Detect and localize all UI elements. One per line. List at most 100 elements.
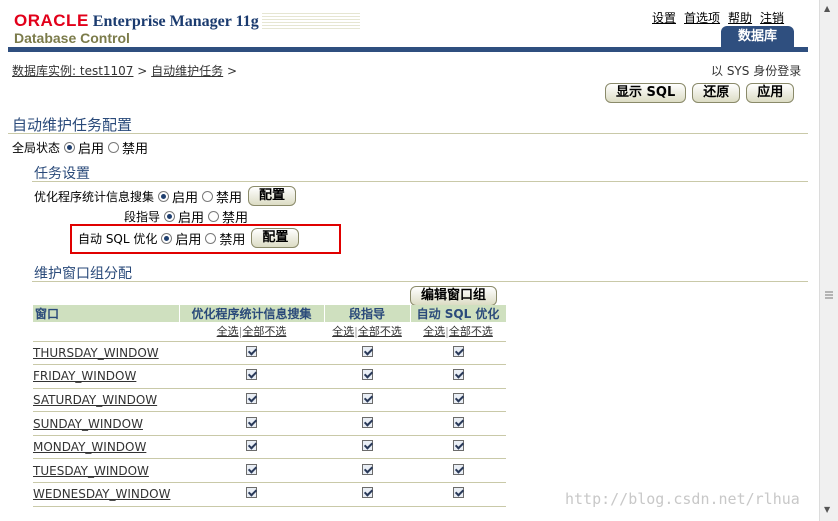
global-disable-radio[interactable] [108, 142, 120, 153]
select-all-link[interactable]: 全选 [217, 325, 239, 338]
column-header-window: 窗口 [33, 305, 180, 322]
global-enable-label: 启用 [78, 142, 105, 157]
window-link[interactable]: SATURDAY_WINDOW [33, 393, 157, 407]
global-disable-label: 禁用 [122, 142, 149, 157]
window-cell: WEDNESDAY_WINDOW [33, 482, 179, 507]
checkbox-cell [410, 388, 506, 413]
window-checkbox[interactable] [361, 463, 373, 475]
column-header-sql-tuning: 自动 SQL 优化 [410, 305, 507, 322]
window-checkbox[interactable] [361, 416, 373, 428]
breadcrumb-page[interactable]: 自动维护任务 [151, 64, 223, 78]
scroll-thumb-icon[interactable] [823, 289, 835, 301]
table-row: SUNDAY_WINDOW [33, 411, 506, 436]
optimizer-stats-enable-radio[interactable] [158, 190, 170, 202]
scroll-up-icon[interactable]: ▲ [824, 4, 830, 13]
window-checkbox[interactable] [361, 392, 373, 404]
select-none-link[interactable]: 全部不选 [449, 325, 493, 338]
select-none-link[interactable]: 全部不选 [242, 325, 286, 338]
optimizer-stats-configure-button[interactable]: 配置 [248, 186, 297, 206]
breadcrumb: 数据库实例: test1107 > 自动维护任务 > [12, 62, 237, 79]
table-row: THURSDAY_WINDOW [33, 341, 506, 366]
checkbox-cell [179, 364, 324, 389]
window-checkbox[interactable] [246, 392, 257, 404]
column-header-segment-advisor: 段指导 [324, 305, 411, 322]
window-cell: FRIDAY_WINDOW [33, 364, 179, 389]
window-link[interactable]: SUNDAY_WINDOW [33, 417, 143, 431]
select-cell [33, 322, 179, 342]
segment-advisor-disable-radio[interactable] [208, 211, 220, 222]
window-link[interactable]: FRIDAY_WINDOW [33, 369, 136, 383]
preferences-link[interactable]: 首选项 [684, 9, 720, 26]
window-link[interactable]: TUESDAY_WINDOW [33, 464, 149, 478]
window-groups-title: 维护窗口组分配 [34, 266, 132, 282]
window-cell: MONDAY_WINDOW [33, 435, 179, 460]
window-checkbox[interactable] [246, 369, 257, 381]
window-checkbox[interactable] [452, 463, 464, 475]
edit-window-group-button[interactable]: 编辑窗口组 [410, 286, 498, 306]
highlight-box [70, 224, 341, 254]
revert-button[interactable]: 还原 [692, 83, 741, 103]
window-link[interactable]: THURSDAY_WINDOW [33, 346, 159, 360]
settings-link[interactable]: 设置 [652, 9, 676, 26]
tab-database[interactable]: 数据库 [721, 26, 794, 48]
help-link[interactable]: 帮助 [728, 9, 752, 26]
logout-link[interactable]: 注销 [760, 9, 784, 26]
window-checkbox[interactable] [246, 463, 257, 475]
window-checkbox[interactable] [246, 416, 257, 428]
select-all-link[interactable]: 全选 [332, 325, 354, 338]
segment-advisor-enable-radio[interactable] [164, 211, 176, 222]
product-text: Enterprise Manager 11g [92, 13, 259, 30]
select-all-link[interactable]: 全选 [423, 325, 445, 338]
window-checkbox[interactable] [452, 345, 464, 357]
enable-label: 启用 [172, 190, 199, 206]
checkbox-cell [410, 482, 506, 507]
window-checkbox[interactable] [452, 369, 464, 381]
window-link[interactable]: WEDNESDAY_WINDOW [33, 487, 170, 501]
checkbox-cell [410, 411, 506, 436]
checkbox-cell [179, 388, 324, 413]
table-row: SATURDAY_WINDOW [33, 388, 506, 413]
window-link[interactable]: MONDAY_WINDOW [33, 440, 146, 454]
table-row: FRIDAY_WINDOW [33, 364, 506, 389]
global-links: 设置 首选项 帮助 注销 [652, 9, 784, 26]
window-checkbox[interactable] [452, 416, 464, 428]
window-group-table: 窗口 优化程序统计信息搜集 段指导 自动 SQL 优化 全选|全部不选 全选|全… [33, 305, 507, 507]
window-checkbox[interactable] [361, 487, 373, 499]
window-checkbox[interactable] [361, 345, 373, 357]
window-checkbox[interactable] [452, 440, 464, 452]
window-checkbox[interactable] [452, 487, 464, 499]
breadcrumb-separator: > [227, 64, 238, 78]
window-checkbox[interactable] [246, 440, 257, 452]
checkbox-cell [324, 341, 410, 366]
checkbox-cell [324, 458, 410, 484]
checkbox-cell [179, 341, 324, 366]
checkbox-cell [179, 482, 324, 507]
checkbox-cell [324, 411, 410, 436]
brand-text: ORACLE [14, 11, 89, 30]
select-none-link[interactable]: 全部不选 [358, 325, 402, 338]
apply-button[interactable]: 应用 [746, 83, 795, 103]
task-label: 段指导 [124, 210, 161, 224]
checkbox-cell [324, 364, 410, 389]
product-subtitle: Database Control [14, 30, 130, 46]
scroll-down-icon[interactable]: ▼ [824, 505, 830, 514]
window-checkbox[interactable] [246, 345, 257, 357]
global-enable-radio[interactable] [64, 142, 76, 153]
global-status-label: 全局状态 [12, 141, 61, 155]
checkbox-cell [410, 435, 506, 460]
window-checkbox[interactable] [361, 369, 373, 381]
table-row: WEDNESDAY_WINDOW [33, 482, 506, 507]
window-checkbox[interactable] [361, 440, 373, 452]
checkbox-cell [179, 458, 324, 484]
show-sql-button[interactable]: 显示 SQL [605, 83, 687, 103]
vertical-scrollbar[interactable]: ▲ ▼ [819, 0, 838, 521]
window-checkbox[interactable] [452, 392, 464, 404]
task-settings-title: 任务设置 [34, 166, 90, 182]
optimizer-stats-disable-radio[interactable] [202, 190, 214, 202]
select-cell: 全选|全部不选 [324, 322, 410, 342]
task-settings-divider [32, 181, 808, 182]
disable-label: 禁用 [216, 190, 243, 206]
breadcrumb-instance[interactable]: 数据库实例: test1107 [12, 64, 133, 78]
window-cell: SATURDAY_WINDOW [33, 388, 179, 413]
window-checkbox[interactable] [246, 487, 257, 499]
